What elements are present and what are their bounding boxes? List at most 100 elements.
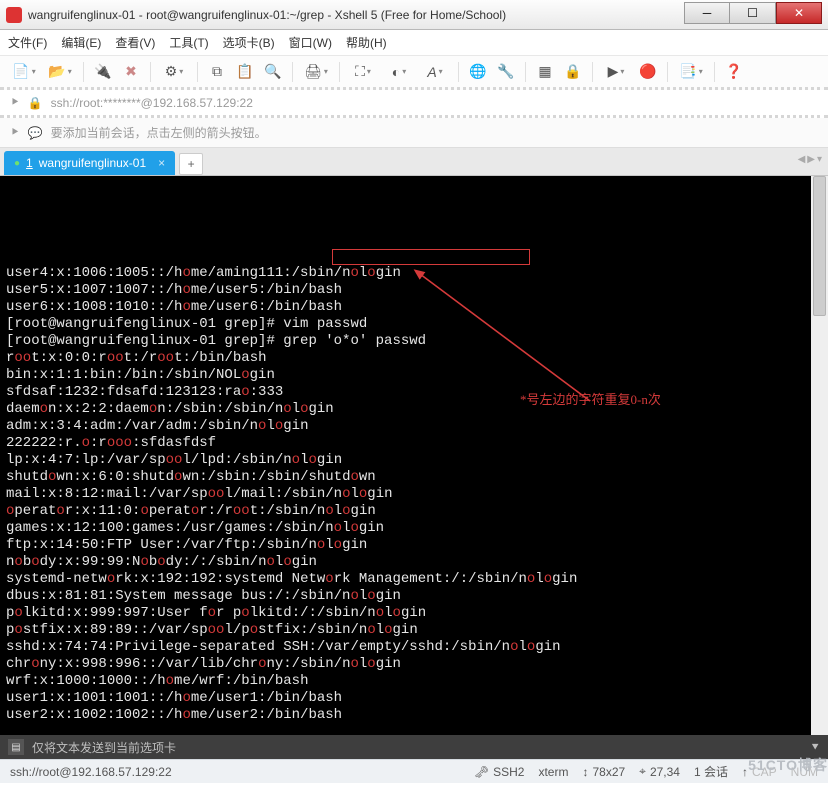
send-mode-text: 仅将文本发送到当前选项卡 xyxy=(32,739,176,756)
font-button[interactable]: A xyxy=(419,60,451,84)
terminal-line: nobody:x:99:99:Nobody:/:/sbin/nologin xyxy=(6,554,822,571)
terminal-line: daemon:x:2:2:daemon:/sbin:/sbin/nologin xyxy=(6,401,822,418)
hint-arrow-icon[interactable]: ⯈ xyxy=(10,125,20,140)
add-tab-button[interactable]: + xyxy=(179,153,203,175)
terminal-line: sfdsaf:1232:fdsafd:123123:rao:333 xyxy=(6,384,822,401)
new-session-button[interactable]: 📄 xyxy=(8,60,40,84)
status-ssh: 🗝SSH2 xyxy=(474,765,525,779)
vertical-scrollbar[interactable] xyxy=(811,176,828,735)
terminal-line: bin:x:1:1:bin:/bin:/sbin/NOLogin xyxy=(6,367,822,384)
send-dropdown-icon[interactable]: ⯆ xyxy=(810,740,820,755)
transparency-button[interactable]: ◐ xyxy=(383,60,415,84)
tools-button[interactable]: 🔧 xyxy=(494,60,518,84)
disconnect-button[interactable]: ✖ xyxy=(119,60,143,84)
terminal-line: postfix:x:89:89::/var/spool/postfix:/sbi… xyxy=(6,622,822,639)
terminal-line: root:x:0:0:root:/root:/bin/bash xyxy=(6,350,822,367)
session-tab[interactable]: ● 1 wangruifenglinux-01 × xyxy=(4,151,175,175)
tab-close-icon[interactable]: × xyxy=(158,156,165,170)
properties-button[interactable]: ⚙ xyxy=(158,60,190,84)
terminal-line: user5:x:1007:1007::/home/user5:/bin/bash xyxy=(6,282,822,299)
hint-icon: 💬 xyxy=(28,126,43,140)
scrollbar-thumb[interactable] xyxy=(813,176,826,316)
terminal-line: user4:x:1006:1005::/home/aming111:/sbin/… xyxy=(6,265,822,282)
annotation-highlight-box xyxy=(332,249,530,265)
find-button[interactable]: 🔍 xyxy=(261,60,285,84)
terminal-line: chrony:x:998:996::/var/lib/chrony:/sbin/… xyxy=(6,656,822,673)
terminal-line: shutdown:x:6:0:shutdown:/sbin:/sbin/shut… xyxy=(6,469,822,486)
status-address: ssh://root@192.168.57.129:22 xyxy=(10,765,172,779)
lock-icon: 🔒 xyxy=(28,96,43,110)
menu-window[interactable]: 窗口(W) xyxy=(289,34,332,51)
address-bar: ⯈ 🔒 ssh://root:********@192.168.57.129:2… xyxy=(0,90,828,118)
cursor-icon: ⌖ xyxy=(639,764,646,779)
status-sessions: 1 会话 xyxy=(694,763,728,780)
size-icon: ↕ xyxy=(582,765,588,779)
terminal-line: lp:x:4:7:lp:/var/spool/lpd:/sbin/nologin xyxy=(6,452,822,469)
menu-view[interactable]: 查看(V) xyxy=(115,34,155,51)
terminal-line: [root@wangruifenglinux-01 grep]# grep 'o… xyxy=(6,333,822,350)
status-dot-icon: ● xyxy=(14,158,20,169)
tab-label: wangruifenglinux-01 xyxy=(39,156,146,170)
status-term: xterm xyxy=(538,765,568,779)
terminal-line: dbus:x:81:81:System message bus:/:/sbin/… xyxy=(6,588,822,605)
fullscreen-button[interactable]: ⛶ xyxy=(347,60,379,84)
terminal-line: polkitd:x:999:997:User for polkitd:/:/sb… xyxy=(6,605,822,622)
record-button[interactable]: 🔴 xyxy=(636,60,660,84)
hint-text: 要添加当前会话，点击左侧的箭头按钮。 xyxy=(51,124,267,141)
window-titlebar: wangruifenglinux-01 - root@wangruifengli… xyxy=(0,0,828,30)
close-button[interactable]: ✕ xyxy=(776,2,822,24)
terminal-line: user6:x:1008:1010::/home/user6:/bin/bash xyxy=(6,299,822,316)
terminal-line: adm:x:3:4:adm:/var/adm:/sbin/nologin xyxy=(6,418,822,435)
tile-button[interactable]: ▦ xyxy=(533,60,557,84)
up-icon: ↑ xyxy=(742,765,748,779)
terminal-output[interactable]: *号左边的字符重复0-n次 user4:x:1006:1005::/home/a… xyxy=(0,176,828,735)
lock-icon[interactable]: 🔒 xyxy=(561,60,585,84)
menu-tabs[interactable]: 选项卡(B) xyxy=(223,34,275,51)
tab-scroll-right-icon[interactable]: ▶ xyxy=(807,154,815,165)
address-text[interactable]: ssh://root:********@192.168.57.129:22 xyxy=(51,96,253,110)
watermark: 51CTO博客 xyxy=(748,755,828,775)
terminal-line: games:x:12:100:games:/usr/games:/sbin/no… xyxy=(6,520,822,537)
annotation-text: *号左边的字符重复0-n次 xyxy=(520,391,661,408)
menubar: 文件(F) 编辑(E) 查看(V) 工具(T) 选项卡(B) 窗口(W) 帮助(… xyxy=(0,30,828,56)
terminal-line: user2:x:1002:1002::/home/user2:/bin/bash xyxy=(6,707,822,724)
terminal-line: 222222:r.o:rooo:sfdasfdsf xyxy=(6,435,822,452)
send-command-bar: ▤ 仅将文本发送到当前选项卡 ⯆ xyxy=(0,735,828,759)
menu-edit[interactable]: 编辑(E) xyxy=(61,34,101,51)
help-button[interactable]: ❓ xyxy=(722,60,746,84)
paste-button[interactable]: 📋 xyxy=(233,60,257,84)
tab-strip: ● 1 wangruifenglinux-01 × + ◀ ▶ ▾ xyxy=(0,148,828,176)
menu-help[interactable]: 帮助(H) xyxy=(346,34,387,51)
terminal-line: sshd:x:74:74:Privilege-separated SSH:/va… xyxy=(6,639,822,656)
minimize-button[interactable]: ─ xyxy=(684,2,730,24)
open-session-button[interactable]: 📂 xyxy=(44,60,76,84)
menu-tools[interactable]: 工具(T) xyxy=(169,34,208,51)
script-button[interactable]: ▶ xyxy=(600,60,632,84)
reconnect-button[interactable]: 🔌 xyxy=(91,60,115,84)
window-title: wangruifenglinux-01 - root@wangruifengli… xyxy=(28,8,684,22)
status-cursor: ⌖27,34 xyxy=(639,764,680,779)
terminal-line: systemd-network:x:192:192:systemd Networ… xyxy=(6,571,822,588)
tab-index: 1 xyxy=(26,156,33,170)
terminal-line: [root@wangruifenglinux-01 grep]# vim pas… xyxy=(6,316,822,333)
toolbar: 📄 📂 🔌 ✖ ⚙ ⧉ 📋 🔍 🖨 ⛶ ◐ A 🌐 🔧 ▦ 🔒 ▶ 🔴 📑 ❓ xyxy=(0,56,828,90)
print-button[interactable]: 🖨 xyxy=(300,60,332,84)
copy-button[interactable]: ⧉ xyxy=(205,60,229,84)
maximize-button[interactable]: ☐ xyxy=(730,2,776,24)
log-button[interactable]: 📑 xyxy=(675,60,707,84)
xftp-button[interactable]: 🌐 xyxy=(466,60,490,84)
tab-scroll-left-icon[interactable]: ◀ xyxy=(798,154,806,165)
terminal-line: user1:x:1001:1001::/home/user1:/bin/bash xyxy=(6,690,822,707)
status-bar: ssh://root@192.168.57.129:22 🗝SSH2 xterm… xyxy=(0,759,828,783)
tab-menu-icon[interactable]: ▾ xyxy=(817,154,822,165)
addr-drop-icon[interactable]: ⯈ xyxy=(10,95,20,110)
terminal-line: mail:x:8:12:mail:/var/spool/mail:/sbin/n… xyxy=(6,486,822,503)
menu-file[interactable]: 文件(F) xyxy=(8,34,47,51)
hint-bar: ⯈ 💬 要添加当前会话，点击左侧的箭头按钮。 xyxy=(0,118,828,148)
send-mode-icon[interactable]: ▤ xyxy=(8,739,24,755)
terminal-line: wrf:x:1000:1000::/home/wrf:/bin/bash xyxy=(6,673,822,690)
terminal-line: ftp:x:14:50:FTP User:/var/ftp:/sbin/nolo… xyxy=(6,537,822,554)
status-size: ↕78x27 xyxy=(582,765,625,779)
app-icon xyxy=(6,7,22,23)
window-controls: ─ ☐ ✕ xyxy=(684,6,822,24)
